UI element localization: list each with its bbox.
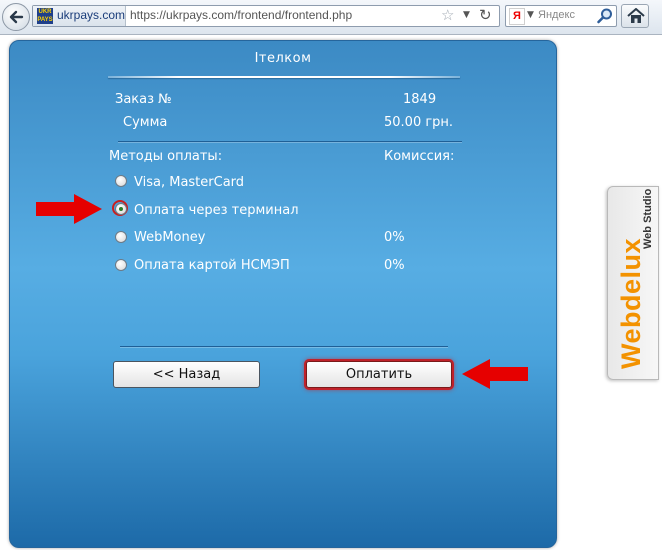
arrow-right-icon xyxy=(36,194,102,224)
home-button[interactable] xyxy=(621,4,649,28)
back-button[interactable]: << Назад xyxy=(113,361,260,388)
arrow-left-icon xyxy=(462,359,528,389)
order-value: 1849 xyxy=(403,92,437,107)
site-identity-label: ukrpays.com xyxy=(57,8,126,22)
browser-toolbar: UKR PAYS ukrpays.com https://ukrpays.com… xyxy=(0,0,662,35)
url-dropdown-icon[interactable]: ▼ xyxy=(463,10,470,20)
title-divider xyxy=(108,76,460,78)
merchant-title: Ітелком xyxy=(254,51,312,66)
back-button[interactable] xyxy=(2,3,30,31)
radio-webmoney[interactable] xyxy=(115,231,127,243)
bookmark-star-icon[interactable]: ☆ xyxy=(441,6,454,24)
radio-nsmep-card[interactable] xyxy=(115,259,127,271)
payment-panel: Ітелком Заказ № 1849 Сумма 50.00 грн. Ме… xyxy=(9,40,557,548)
method-commission-webmoney: 0% xyxy=(384,230,405,245)
method-commission-nsmep-card: 0% xyxy=(384,258,405,273)
method-label-terminal[interactable]: Оплата через терминал xyxy=(134,203,299,218)
method-label-visa-mastercard[interactable]: Visa, MasterCard xyxy=(134,175,244,190)
site-favicon-icon: UKR PAYS xyxy=(37,8,53,24)
method-label-webmoney[interactable]: WebMoney xyxy=(134,230,205,245)
methods-header: Методы оплаты: xyxy=(109,149,223,164)
search-input[interactable]: Яндекс xyxy=(538,9,575,21)
webdelux-subtitle: Web Studio xyxy=(642,188,654,249)
summary-divider xyxy=(118,141,462,142)
search-bar[interactable]: Я ▼ Яндекс xyxy=(505,5,617,27)
webdelux-brand: Webdelux xyxy=(616,237,646,369)
sum-value: 50.00 грн. xyxy=(384,115,454,130)
radio-terminal[interactable] xyxy=(115,203,127,215)
address-bar[interactable]: UKR PAYS ukrpays.com https://ukrpays.com… xyxy=(32,5,500,27)
pay-button[interactable]: Оплатить xyxy=(306,361,452,388)
order-label: Заказ № xyxy=(115,92,172,107)
url-text[interactable]: https://ukrpays.com/frontend/frontend.ph… xyxy=(130,8,352,22)
webdelux-side-tab[interactable]: Webdelux Web Studio xyxy=(607,186,659,380)
back-icon xyxy=(9,10,24,24)
sum-label: Сумма xyxy=(123,115,168,130)
home-icon xyxy=(627,8,645,23)
search-engine-icon[interactable]: Я xyxy=(509,8,525,25)
reload-icon[interactable]: ↻ xyxy=(479,6,492,24)
commission-header: Комиссия: xyxy=(384,149,455,164)
method-label-nsmep-card[interactable]: Оплата картой НСМЭП xyxy=(134,258,290,273)
search-engine-dropdown-icon[interactable]: ▼ xyxy=(527,10,534,20)
buttons-divider xyxy=(120,346,448,347)
site-identity-button[interactable]: UKR PAYS ukrpays.com xyxy=(33,6,126,26)
magnifier-icon[interactable] xyxy=(596,7,614,25)
radio-visa-mastercard[interactable] xyxy=(115,175,127,187)
